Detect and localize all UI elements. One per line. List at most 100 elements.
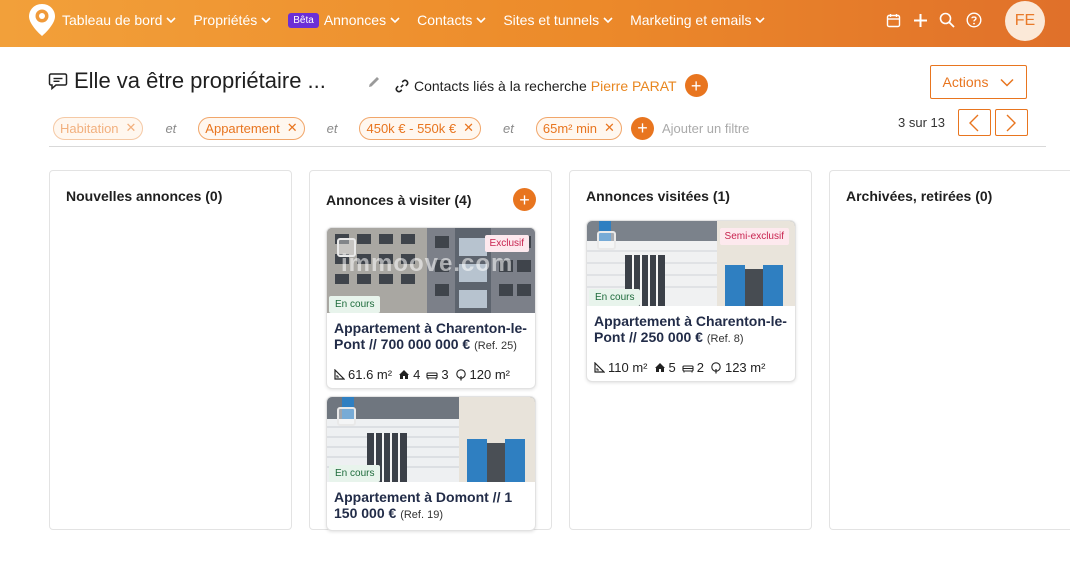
ruler-icon — [334, 369, 345, 380]
actions-dropdown-button[interactable]: Actions — [930, 65, 1027, 99]
land-feature: 120 m² — [455, 367, 510, 382]
pencil-icon[interactable] — [366, 74, 382, 90]
house-icon — [399, 370, 410, 379]
filter-chip-area[interactable]: 65m² min ✕ — [535, 116, 622, 140]
listing-features: 61.6 m² 4 3 120 m² — [334, 367, 528, 382]
add-listing-button[interactable]: + — [513, 188, 536, 211]
listing-ref: (Ref. 25) — [474, 340, 517, 352]
beds-value: 3 — [441, 367, 449, 382]
next-button[interactable] — [994, 109, 1028, 136]
plus-icon[interactable] — [909, 9, 931, 31]
listing-title[interactable]: Appartement à Charenton-le-Pont // 700 0… — [334, 320, 528, 354]
rooms-value: 4 — [413, 367, 421, 382]
nav-tableau-de-bord[interactable]: Tableau de bord — [62, 12, 176, 28]
select-checkbox[interactable] — [337, 407, 356, 426]
listing-photo: Semi-exclusif En cours — [587, 221, 795, 306]
house-icon — [654, 363, 665, 372]
chevron-down-icon — [1000, 78, 1014, 87]
top-actions: FE — [877, 0, 1070, 41]
listing-title[interactable]: Appartement à Charenton-le-Pont // 250 0… — [594, 313, 788, 347]
status-badge: En cours — [589, 289, 641, 306]
pager-label: 3 sur 13 — [898, 115, 945, 130]
column-annonces-visitees: Annonces visitées (1) Semi-exclusif En c… — [569, 170, 812, 530]
listing-ref: (Ref. 8) — [706, 333, 744, 345]
beds-feature: 2 — [682, 360, 704, 375]
ruler-icon — [594, 362, 605, 373]
listing-photo: immoove.com Exclusif En cours — [327, 228, 535, 313]
linked-contact-link[interactable]: Pierre PARAT — [591, 78, 677, 94]
chevron-down-icon — [755, 17, 766, 24]
chevron-down-icon — [390, 17, 400, 24]
beds-feature: 3 — [426, 367, 449, 382]
nav-marketing-et-emails[interactable]: Marketing et emails — [630, 12, 766, 28]
area-value: 61.6 m² — [348, 367, 393, 382]
nav-annonces[interactable]: Bêta Annonces — [288, 12, 400, 28]
add-filter-label: Ajouter un filtre — [661, 120, 750, 136]
listing-card[interactable]: Semi-exclusif En cours Appartement à Cha… — [586, 220, 796, 382]
filter-chip-appartement[interactable]: Appartement ✕ — [198, 116, 305, 140]
bed-icon — [426, 371, 438, 379]
remove-filter-icon[interactable]: ✕ — [463, 120, 474, 136]
chevron-down-icon — [166, 17, 176, 24]
user-avatar[interactable]: FE — [1005, 1, 1045, 41]
bed-icon — [682, 364, 694, 372]
filter-chip-label: Habitation — [60, 120, 119, 136]
remove-filter-icon[interactable]: ✕ — [126, 120, 137, 136]
exclusivity-badge: Exclusif — [484, 235, 529, 252]
nav-label: Contacts — [417, 12, 473, 28]
top-navigation-bar: Tableau de bord Propriétés Bêta Annonces… — [0, 0, 1070, 47]
rooms-feature: 5 — [654, 360, 676, 375]
actions-label: Actions — [942, 74, 989, 90]
beta-badge: Bêta — [288, 12, 319, 28]
chevron-down-icon — [476, 17, 486, 24]
watermark-text: immoove.com — [341, 250, 514, 277]
add-contact-button[interactable]: + — [684, 74, 708, 97]
land-value: 123 m² — [724, 360, 766, 375]
search-title: Elle va être propriétaire ... — [74, 68, 326, 93]
status-badge: En cours — [329, 465, 381, 482]
nav-contacts[interactable]: Contacts — [417, 12, 486, 28]
listing-card[interactable]: immoove.com Exclusif En cours Appartemen… — [326, 227, 536, 389]
filter-chip-label: Appartement — [205, 120, 280, 136]
tree-icon — [711, 361, 721, 373]
nav-label: Propriétés — [193, 12, 258, 28]
linked-contacts-label: Contacts liés à la recherche — [414, 77, 587, 94]
help-icon[interactable] — [963, 9, 985, 31]
chevron-down-icon — [261, 17, 271, 24]
listing-features: 110 m² 5 2 123 m² — [594, 360, 788, 375]
pager: 3 sur 13 — [898, 109, 1032, 136]
add-filter-button[interactable]: + Ajouter un filtre — [630, 116, 750, 140]
area-feature: 61.6 m² — [334, 367, 392, 382]
remove-filter-icon[interactable]: ✕ — [287, 120, 298, 136]
exclusivity-badge: Semi-exclusif — [719, 228, 789, 245]
filter-connector: et — [503, 120, 514, 136]
link-icon — [395, 79, 409, 92]
select-checkbox[interactable] — [597, 231, 616, 250]
listing-ref: (Ref. 19) — [400, 509, 443, 521]
column-annonces-a-visiter: Annonces à visiter (4) + immoove.com Exc… — [309, 170, 552, 531]
search-icon[interactable] — [936, 9, 958, 31]
listing-title[interactable]: Appartement à Domont // 1 150 000 € (Ref… — [334, 489, 528, 523]
filter-chip-price[interactable]: 450k € - 550k € ✕ — [359, 116, 482, 140]
remove-filter-icon[interactable]: ✕ — [604, 120, 615, 136]
chevron-down-icon — [603, 17, 613, 24]
calendar-icon[interactable] — [882, 9, 904, 31]
listing-title-text: Appartement à Charenton-le-Pont // 250 0… — [594, 313, 787, 345]
nav-sites-et-tunnels[interactable]: Sites et tunnels — [503, 12, 613, 28]
listing-card[interactable]: En cours Appartement à Domont // 1 150 0… — [326, 396, 536, 531]
chat-bubble-icon — [48, 73, 68, 91]
chevron-left-icon — [969, 114, 979, 131]
nav-label: Annonces — [323, 12, 387, 28]
filter-connector: et — [165, 120, 177, 136]
nav-proprietes[interactable]: Propriétés — [193, 12, 271, 28]
land-feature: 123 m² — [710, 360, 765, 375]
tree-icon — [455, 368, 466, 380]
column-title: Archivées, retirées (0) — [846, 188, 993, 204]
column-title: Nouvelles annonces (0) — [66, 188, 223, 204]
logo-icon[interactable] — [28, 3, 56, 37]
beds-value: 2 — [696, 360, 704, 375]
filter-chip-habitation[interactable]: Habitation ✕ — [53, 116, 144, 140]
select-checkbox[interactable] — [337, 238, 356, 257]
chevron-right-icon — [1006, 114, 1017, 131]
previous-button[interactable] — [957, 109, 991, 136]
